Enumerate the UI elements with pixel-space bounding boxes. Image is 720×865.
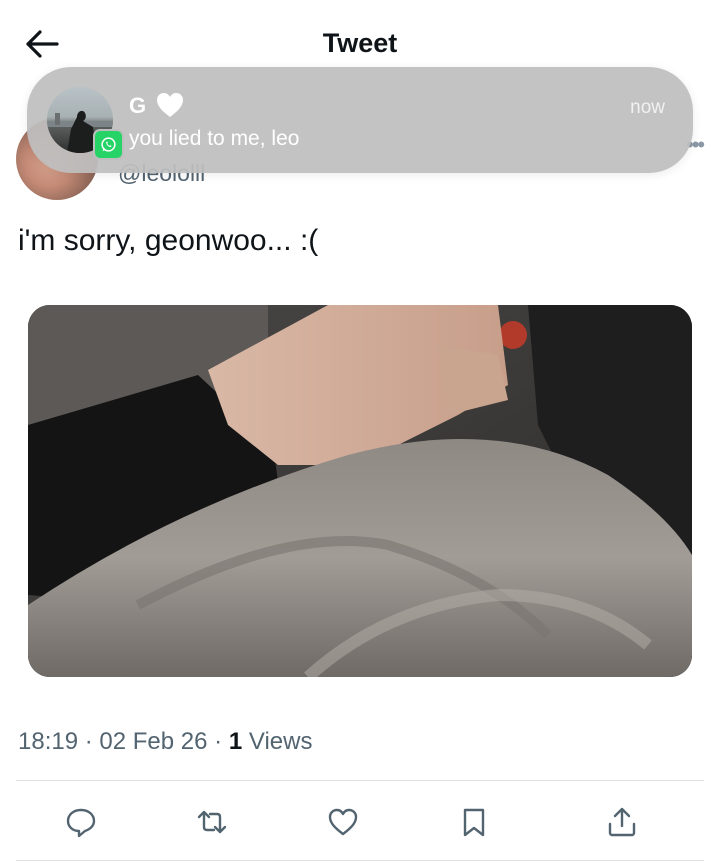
notification-sender: G — [129, 93, 147, 118]
bookmark-icon — [463, 808, 485, 837]
tweet-text: i'm sorry, geonwoo... :( — [18, 224, 319, 257]
reply-icon — [66, 808, 96, 838]
photo-hand-on-lap — [28, 305, 692, 677]
tweet-meta: 18:19 · 02 Feb 26 · 1 Views — [18, 728, 312, 756]
share-button[interactable] — [600, 800, 644, 844]
bookmark-button[interactable] — [452, 800, 496, 844]
notification-banner[interactable]: G you lied to me, leo now — [27, 67, 693, 173]
white-heart-icon — [157, 93, 183, 117]
meta-separator: · — [84, 728, 93, 755]
page-title: Tweet — [322, 28, 398, 58]
notification-message: you lied to me, leo — [129, 127, 300, 150]
like-button[interactable] — [321, 800, 365, 844]
divider — [16, 780, 704, 781]
heart-outline-icon — [328, 808, 358, 836]
reply-button[interactable] — [59, 800, 103, 844]
notification-time: now — [630, 97, 665, 118]
tweet-action-bar — [0, 800, 720, 844]
share-icon — [608, 807, 636, 837]
divider — [16, 860, 704, 861]
tweet-media-image[interactable] — [28, 305, 692, 677]
retweet-icon — [197, 810, 227, 834]
tweet-date: 02 Feb 26 — [99, 728, 208, 755]
meta-separator: · — [214, 728, 223, 755]
views-count[interactable]: 1 — [229, 728, 242, 755]
retweet-button[interactable] — [190, 800, 234, 844]
tweet-time: 18:19 — [18, 728, 79, 755]
whatsapp-icon — [93, 129, 124, 160]
views-label[interactable]: Views — [249, 728, 313, 755]
